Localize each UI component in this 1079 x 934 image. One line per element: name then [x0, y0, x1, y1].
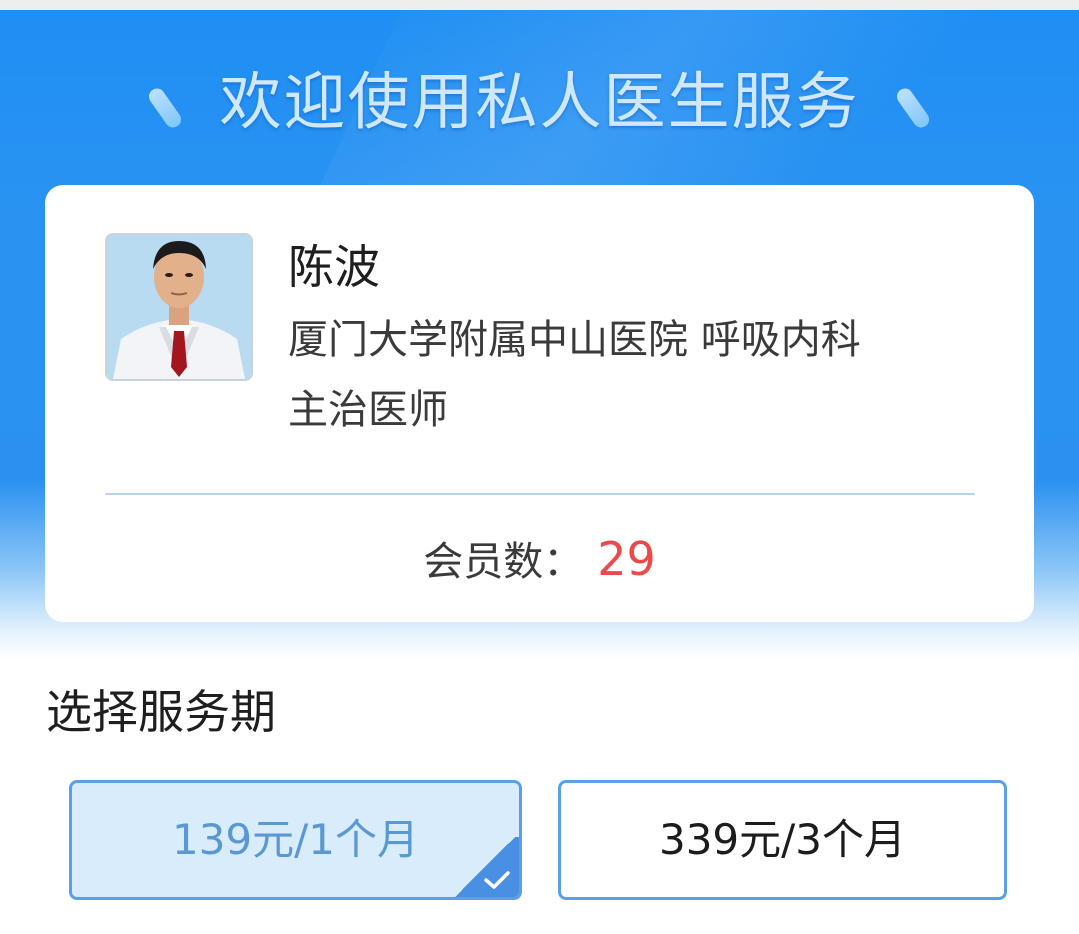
- checkmark-icon: [484, 871, 510, 889]
- doctor-card: 陈波 厦门大学附属中山医院 呼吸内科 主治医师 会员数： 29: [45, 185, 1034, 622]
- divider: [105, 493, 975, 495]
- selected-check-badge: [451, 837, 519, 897]
- plan-option-label: 139元/1个月: [171, 815, 420, 864]
- plan-option-label: 339元/3个月: [658, 815, 907, 864]
- doctor-name: 陈波: [288, 240, 380, 294]
- status-strip: [0, 0, 1079, 10]
- doctor-title: 主治医师: [288, 387, 448, 433]
- doctor-hospital: 厦门大学附属中山医院 呼吸内科: [288, 317, 861, 363]
- plan-option-3-months[interactable]: 339元/3个月: [558, 780, 1007, 900]
- member-count-row: 会员数： 29: [45, 531, 1034, 590]
- member-count-label: 会员数：: [423, 539, 584, 585]
- member-count-value: 29: [597, 532, 656, 586]
- doctor-avatar-icon: [107, 235, 251, 379]
- service-period-title: 选择服务期: [46, 685, 276, 739]
- doctor-avatar: [105, 233, 253, 381]
- plan-option-1-month[interactable]: 139元/1个月: [69, 780, 522, 900]
